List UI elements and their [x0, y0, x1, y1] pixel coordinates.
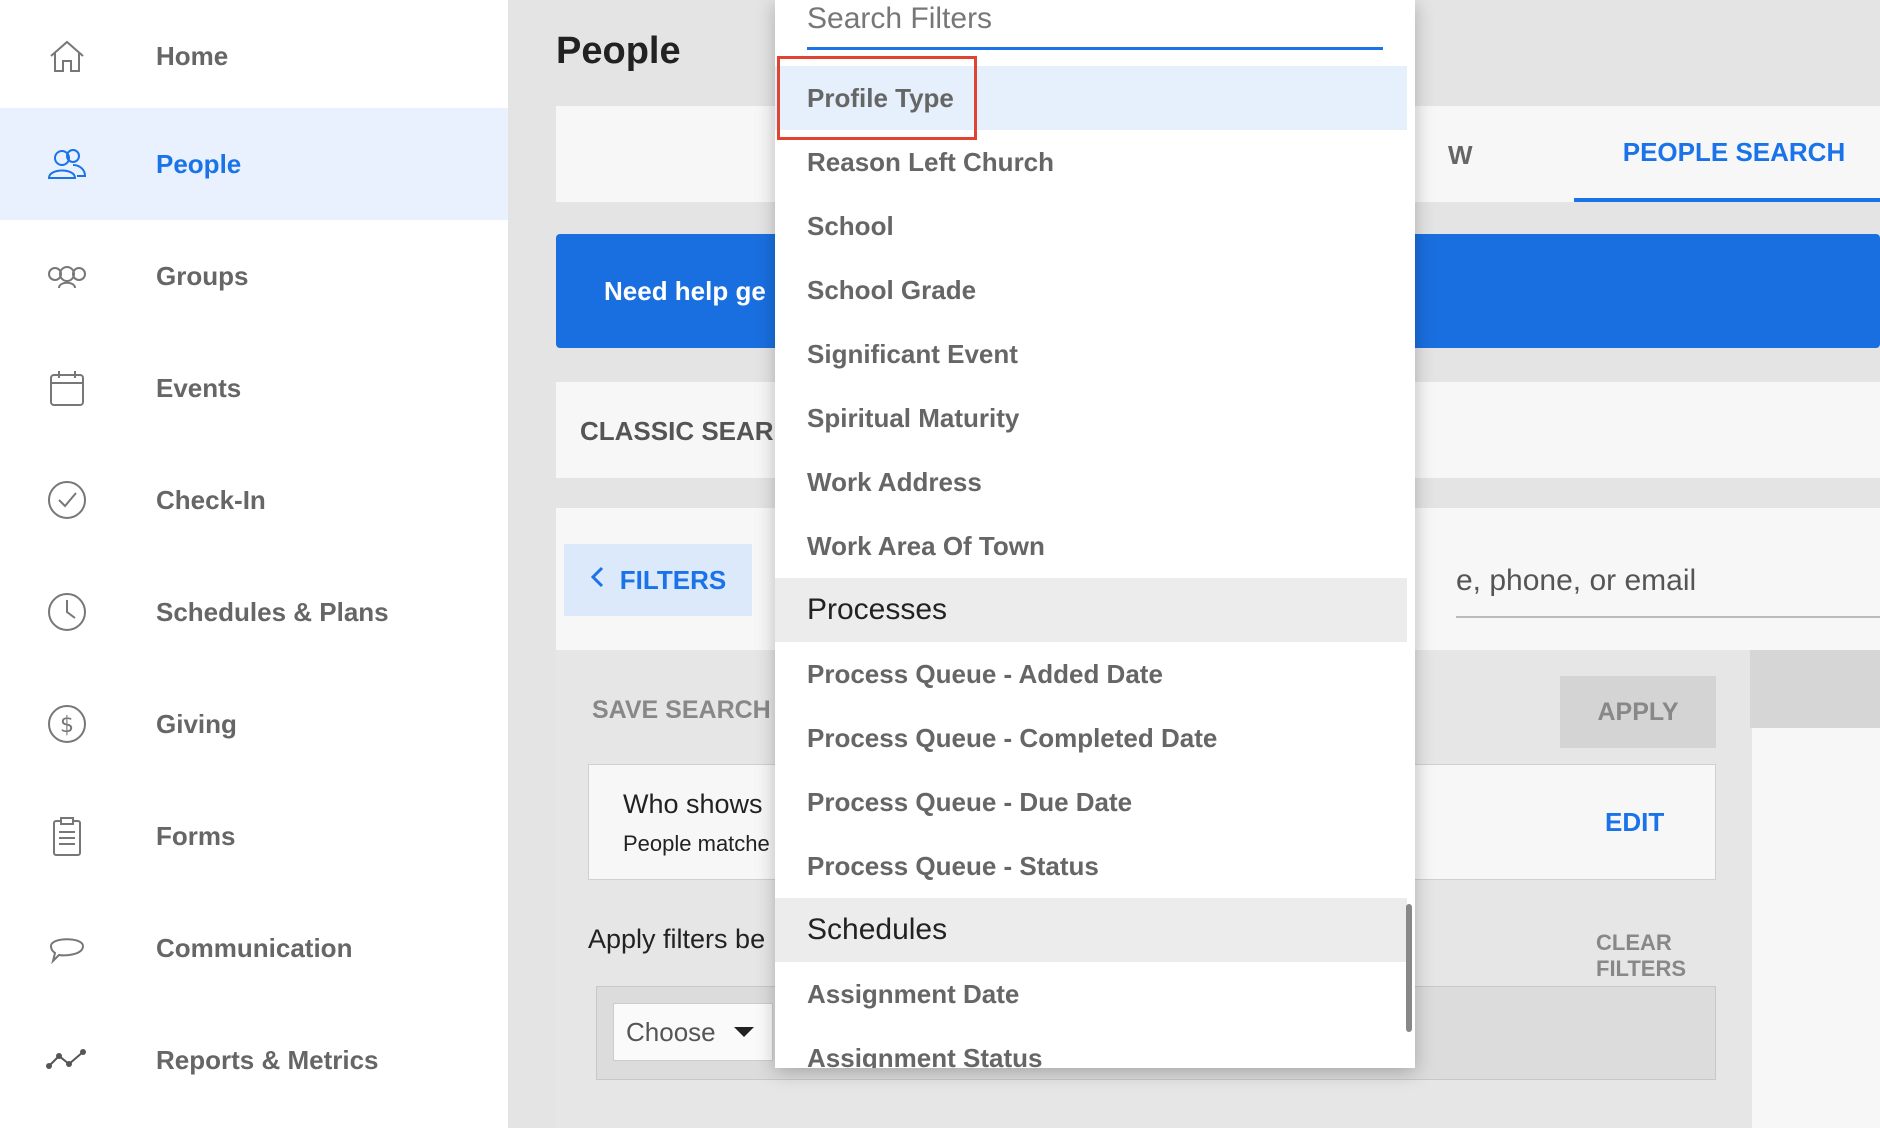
svg-text:$: $: [60, 713, 74, 738]
sidebar-item-label: Giving: [156, 708, 237, 739]
dropdown-item-work-address[interactable]: Work Address: [775, 450, 1407, 514]
tab-people-search[interactable]: PEOPLE SEARCH: [1574, 106, 1880, 202]
choose-select-value: Choose: [626, 1016, 716, 1047]
dollar-icon: $: [44, 701, 90, 747]
search-filters-input[interactable]: Search Filters: [807, 0, 1383, 50]
sidebar-item-groups[interactable]: Groups: [0, 220, 508, 332]
sidebar-item-events[interactable]: Events: [0, 332, 508, 444]
filters-button[interactable]: FILTERS: [564, 544, 752, 616]
sidebar-item-forms[interactable]: Forms: [0, 780, 508, 892]
dropdown-item-assignment-date[interactable]: Assignment Date: [775, 962, 1407, 1026]
sidebar-item-people[interactable]: People: [0, 108, 508, 220]
sidebar: Home People Groups Events Check-In Sched…: [0, 0, 508, 1128]
home-icon: [44, 33, 90, 79]
sidebar-item-label: Home: [156, 40, 229, 71]
sidebar-item-label: People: [156, 148, 242, 179]
dropdown-item-reason-left-church[interactable]: Reason Left Church: [775, 130, 1407, 194]
dropdown-item-school-grade[interactable]: School Grade: [775, 258, 1407, 322]
sidebar-item-check-in[interactable]: Check-In: [0, 444, 508, 556]
dropdown-scrollbar[interactable]: [1406, 904, 1412, 1032]
dropdown-item-process-status[interactable]: Process Queue - Status: [775, 834, 1407, 898]
dropdown-group-processes: Processes: [775, 578, 1407, 642]
dropdown-item-process-completed-date[interactable]: Process Queue - Completed Date: [775, 706, 1407, 770]
people-icon: [44, 141, 90, 187]
save-search-label[interactable]: SAVE SEARCH: [592, 696, 771, 725]
sidebar-item-giving[interactable]: $ Giving: [0, 668, 508, 780]
chat-icon: [44, 925, 90, 971]
sidebar-item-label: Events: [156, 372, 242, 403]
dropdown-item-process-added-date[interactable]: Process Queue - Added Date: [775, 642, 1407, 706]
sidebar-item-home[interactable]: Home: [0, 0, 508, 112]
page-title: People: [556, 30, 681, 72]
dropdown-item-profile-type[interactable]: Profile Type: [775, 66, 1407, 130]
dropdown-item-school[interactable]: School: [775, 194, 1407, 258]
help-banner-text: Need help ge: [604, 276, 766, 306]
dropdown-item-significant-event[interactable]: Significant Event: [775, 322, 1407, 386]
search-filters-placeholder: Search Filters: [807, 2, 993, 35]
clipboard-icon: [44, 813, 90, 859]
dropdown-item-work-area-of-town[interactable]: Work Area Of Town: [775, 514, 1407, 578]
filter-dropdown: Search Filters Profile Type Reason Left …: [775, 0, 1415, 1068]
clock-icon: [44, 589, 90, 635]
tab-overview[interactable]: W: [1448, 140, 1473, 171]
apply-button[interactable]: APPLY: [1560, 676, 1716, 748]
sidebar-item-communication[interactable]: Communication: [0, 892, 508, 1004]
sidebar-item-label: Check-In: [156, 484, 266, 515]
dropdown-item-process-due-date[interactable]: Process Queue - Due Date: [775, 770, 1407, 834]
check-circle-icon: [44, 477, 90, 523]
caret-down-icon: [733, 1027, 754, 1037]
clear-filters-button[interactable]: CLEAR FILTERS: [1596, 930, 1752, 982]
search-input-placeholder: e, phone, or email: [1456, 564, 1697, 597]
classic-search-label: CLASSIC SEAR: [580, 416, 774, 446]
sidebar-item-label: Communication: [156, 932, 353, 963]
sidebar-item-schedules[interactable]: Schedules & Plans: [0, 556, 508, 668]
calendar-icon: [44, 365, 90, 411]
metrics-icon: [44, 1037, 90, 1083]
groups-icon: [44, 253, 90, 299]
filters-button-label: FILTERS: [619, 564, 727, 595]
search-summary-title: Who shows: [623, 789, 763, 819]
side-strip: [1750, 650, 1880, 728]
apply-filters-text: Apply filters be: [588, 924, 766, 954]
sidebar-item-label: Forms: [156, 820, 236, 851]
chevron-left-icon: [590, 565, 606, 596]
choose-filter-select[interactable]: Choose: [613, 1003, 773, 1061]
dropdown-item-assignment-status[interactable]: Assignment Status: [775, 1026, 1407, 1069]
sidebar-item-label: Groups: [156, 260, 249, 291]
edit-button[interactable]: EDIT: [1605, 807, 1664, 838]
sidebar-item-label: Reports & Metrics: [156, 1044, 379, 1075]
dropdown-group-schedules: Schedules: [775, 898, 1407, 962]
sidebar-item-label: Schedules & Plans: [156, 596, 389, 627]
people-search-input[interactable]: e, phone, or email: [1456, 542, 1880, 618]
sidebar-item-reports[interactable]: Reports & Metrics: [0, 1004, 508, 1116]
dropdown-item-spiritual-maturity[interactable]: Spiritual Maturity: [775, 386, 1407, 450]
search-summary-subtitle: People matche: [623, 831, 770, 856]
